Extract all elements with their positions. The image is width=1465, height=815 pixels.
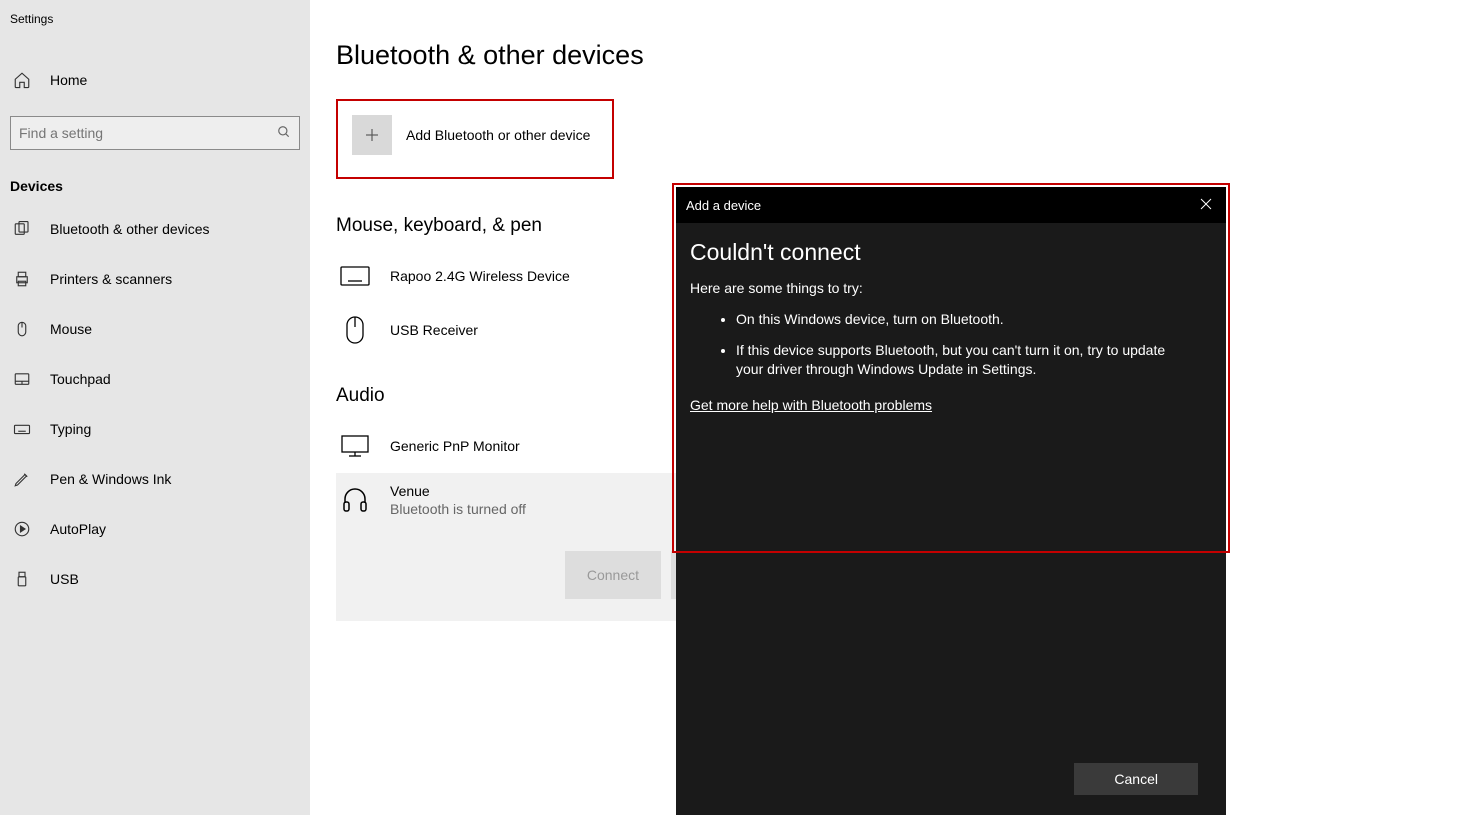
device-name: Generic PnP Monitor [390,438,520,454]
monitor-icon [338,429,372,463]
page-title: Bluetooth & other devices [336,40,1465,71]
sidebar-item-mouse[interactable]: Mouse [0,304,310,354]
mouse-device-icon [338,313,372,347]
keyboard-device-icon [338,259,372,293]
device-row[interactable]: Rapoo 2.4G Wireless Device [336,249,691,303]
sidebar-item-touchpad[interactable]: Touchpad [0,354,310,404]
device-sub: Bluetooth is turned off [390,501,526,517]
sidebar-item-label: Typing [50,421,91,437]
usb-icon [10,567,34,591]
search-input-wrap[interactable] [10,116,300,150]
sidebar-item-printers[interactable]: Printers & scanners [0,254,310,304]
dialog-sub: Here are some things to try: [690,280,1212,296]
sidebar-item-label: Printers & scanners [50,271,172,287]
sidebar-item-label: Mouse [50,321,92,337]
sidebar-item-label: Pen & Windows Ink [50,471,171,487]
headphones-icon [338,483,372,517]
sidebar-item-usb[interactable]: USB [0,554,310,604]
sidebar-item-typing[interactable]: Typing [0,404,310,454]
sidebar-home-label: Home [50,72,87,88]
sidebar-item-label: Bluetooth & other devices [50,221,210,237]
dialog-title: Add a device [686,198,1196,213]
dialog-bullet: On this Windows device, turn on Bluetoot… [736,310,1212,329]
device-row-selected[interactable]: Venue Bluetooth is turned off Connect Re… [336,473,691,621]
device-name: Rapoo 2.4G Wireless Device [390,268,570,284]
device-name: USB Receiver [390,322,478,338]
close-icon[interactable] [1196,197,1216,213]
autoplay-icon [10,517,34,541]
help-link[interactable]: Get more help with Bluetooth problems [690,397,932,413]
dialog-bullet: If this device supports Bluetooth, but y… [736,341,1212,379]
sidebar-item-bluetooth[interactable]: Bluetooth & other devices [0,204,310,254]
sidebar-item-label: AutoPlay [50,521,106,537]
home-icon [10,68,34,92]
sidebar-item-pen[interactable]: Pen & Windows Ink [0,454,310,504]
keyboard-icon [10,417,34,441]
mouse-icon [10,317,34,341]
device-name: Venue [390,483,526,499]
app-title: Settings [0,0,310,38]
bluetooth-devices-icon [10,217,34,241]
touchpad-icon [10,367,34,391]
plus-icon [352,115,392,155]
sidebar-item-label: Touchpad [50,371,111,387]
add-device-button[interactable]: Add Bluetooth or other device [336,99,614,179]
add-device-label: Add Bluetooth or other device [406,127,590,143]
search-icon [277,125,291,142]
add-device-dialog: Add a device Couldn't connect Here are s… [676,187,1226,815]
sidebar-item-label: USB [50,571,79,587]
device-row[interactable]: USB Receiver [336,303,691,357]
sidebar: Settings Home Devices Bluetooth & other … [0,0,310,815]
connect-button[interactable]: Connect [565,551,661,599]
sidebar-item-autoplay[interactable]: AutoPlay [0,504,310,554]
sidebar-section-label: Devices [0,168,310,204]
device-row[interactable]: Generic PnP Monitor [336,419,691,473]
dialog-header: Add a device [676,187,1226,223]
pen-icon [10,467,34,491]
printer-icon [10,267,34,291]
sidebar-item-home[interactable]: Home [0,58,310,102]
search-input[interactable] [19,125,277,141]
dialog-heading: Couldn't connect [690,239,1212,266]
cancel-button[interactable]: Cancel [1074,763,1198,795]
